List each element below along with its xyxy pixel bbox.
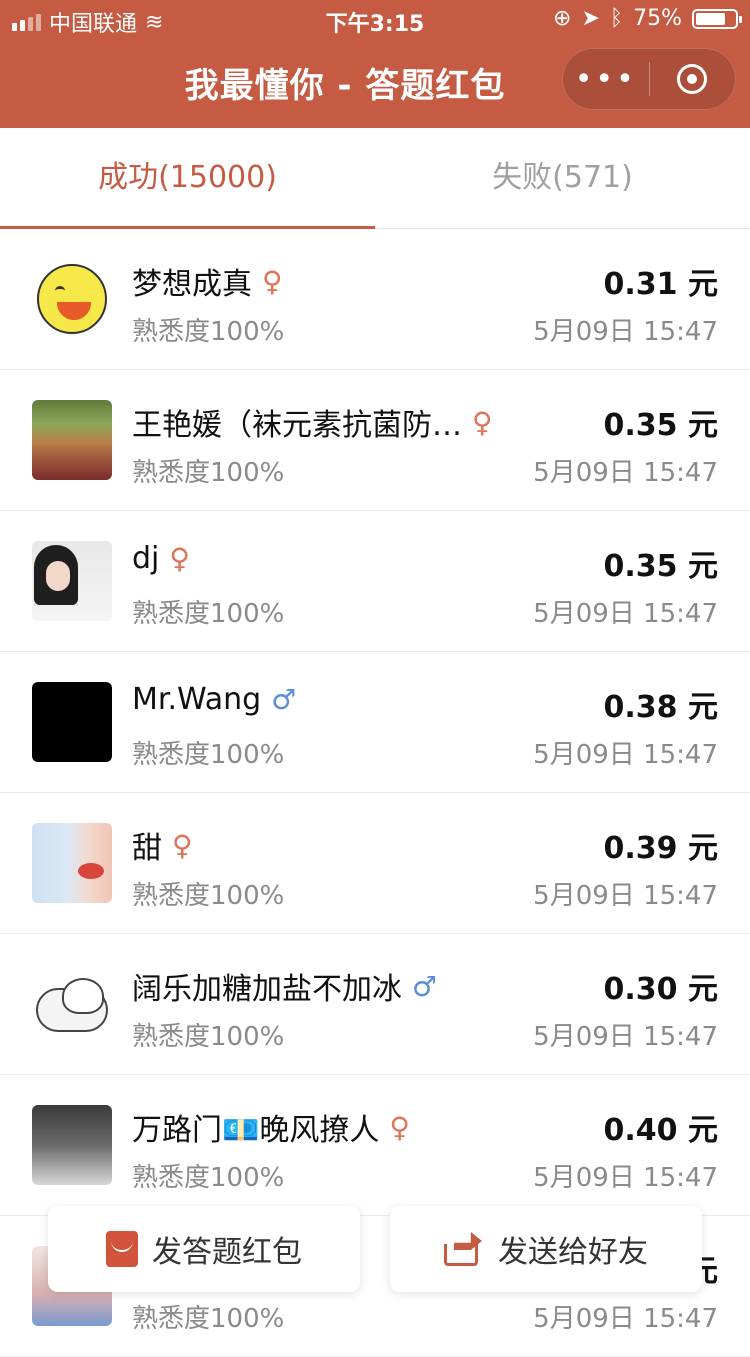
top-bar: 中国联通 ≋ 下午3:15 ⊕ ➤ ᛒ 75% 我最懂你 - 答题红包 ••• <box>0 0 750 128</box>
close-button[interactable] <box>650 64 736 94</box>
location-icon: ➤ <box>581 6 600 31</box>
user-name: Mr.Wang <box>132 682 262 717</box>
timestamp: 5月09日 15:47 <box>533 1163 718 1193</box>
amount: 0.35 元 <box>603 408 718 443</box>
female-icon: ♀ <box>172 828 193 862</box>
tab-success[interactable]: 成功(15000) <box>0 128 375 228</box>
miniprogram-capsule: ••• <box>562 48 736 110</box>
list-item[interactable]: 万路门💶晚风撩人 ♀ 熟悉度100% 0.40 元 5月09日 15:47 <box>0 1075 750 1216</box>
send-to-friend-button[interactable]: 发送给好友 <box>390 1206 702 1292</box>
avatar <box>32 1105 112 1185</box>
send-friend-label: 发送给好友 <box>498 1235 648 1270</box>
timestamp: 5月09日 15:47 <box>533 317 718 347</box>
bluetooth-icon: ᛒ <box>609 6 624 31</box>
list-item[interactable]: 梦想成真 ♀ 熟悉度100% 0.31 元 5月09日 15:47 <box>0 229 750 370</box>
avatar <box>32 964 112 1044</box>
amount: 0.39 元 <box>603 831 718 866</box>
user-name-row: 万路门💶晚风撩人 ♀ <box>132 1105 410 1149</box>
familiarity: 熟悉度100% <box>132 1022 285 1052</box>
tab-bar: 成功(15000) 失败(571) <box>0 128 750 229</box>
female-icon: ♀ <box>472 405 493 439</box>
list-item[interactable]: 王艳媛（袜元素抗菌防… ♀ 熟悉度100% 0.35 元 5月09日 15:47 <box>0 370 750 511</box>
female-icon: ♀ <box>262 264 283 298</box>
status-bar: 中国联通 ≋ 下午3:15 ⊕ ➤ ᛒ 75% <box>0 0 750 40</box>
avatar <box>32 541 112 621</box>
user-name-row: 梦想成真 ♀ <box>132 259 283 303</box>
user-name: dj <box>132 541 160 576</box>
send-quiz-redpacket-button[interactable]: 发答题红包 <box>48 1206 360 1292</box>
timestamp: 5月09日 15:47 <box>533 458 718 488</box>
battery-icon <box>692 8 742 29</box>
list-item[interactable]: dj ♀ 熟悉度100% 0.35 元 5月09日 15:47 <box>0 511 750 652</box>
amount: 0.31 元 <box>603 267 718 302</box>
familiarity: 熟悉度100% <box>132 881 285 911</box>
user-name-row: dj ♀ <box>132 541 190 576</box>
close-icon <box>677 64 708 94</box>
timestamp: 5月09日 15:47 <box>533 881 718 911</box>
male-icon: ♂ <box>412 969 438 1003</box>
user-name: 王艳媛（袜元素抗菌防… <box>132 408 462 443</box>
familiarity: 熟悉度100% <box>132 1163 285 1193</box>
familiarity: 熟悉度100% <box>132 317 285 347</box>
result-list: 梦想成真 ♀ 熟悉度100% 0.31 元 5月09日 15:47 王艳媛（袜元素… <box>0 229 750 1357</box>
timestamp: 5月09日 15:47 <box>533 1304 718 1334</box>
amount: 0.35 元 <box>603 549 718 584</box>
user-name: 甜 <box>132 831 162 866</box>
female-icon: ♀ <box>169 542 190 575</box>
list-item[interactable]: 甜 ♀ 熟悉度100% 0.39 元 5月09日 15:47 <box>0 793 750 934</box>
familiarity: 熟悉度100% <box>132 740 285 770</box>
user-name: 阔乐加糖加盐不加冰 <box>132 972 402 1007</box>
red-envelope-icon <box>106 1231 138 1267</box>
user-name: 万路门💶晚风撩人 <box>132 1113 380 1148</box>
familiarity: 熟悉度100% <box>132 599 285 629</box>
avatar <box>32 823 112 903</box>
amount: 0.40 元 <box>603 1113 718 1148</box>
timestamp: 5月09日 15:47 <box>533 599 718 629</box>
status-right: ⊕ ➤ ᛒ 75% <box>553 6 742 31</box>
more-button[interactable]: ••• <box>563 62 649 97</box>
user-name-row: 王艳媛（袜元素抗菌防… ♀ <box>132 400 493 444</box>
list-item[interactable]: 阔乐加糖加盐不加冰 ♂ 熟悉度100% 0.30 元 5月09日 15:47 <box>0 934 750 1075</box>
familiarity: 熟悉度100% <box>132 1304 285 1334</box>
share-icon <box>444 1232 484 1266</box>
avatar <box>32 682 112 762</box>
timestamp: 5月09日 15:47 <box>533 740 718 770</box>
avatar <box>32 259 112 339</box>
list-item[interactable]: Mr.Wang ♂ 熟悉度100% 0.38 元 5月09日 15:47 <box>0 652 750 793</box>
lock-rotation-icon: ⊕ <box>553 6 572 31</box>
avatar <box>32 400 112 480</box>
user-name-row: 阔乐加糖加盐不加冰 ♂ <box>132 964 437 1008</box>
user-name-row: Mr.Wang ♂ <box>132 682 296 717</box>
amount: 0.30 元 <box>603 972 718 1007</box>
female-icon: ♀ <box>389 1110 410 1144</box>
familiarity: 熟悉度100% <box>132 458 285 488</box>
send-quiz-label: 发答题红包 <box>152 1235 302 1270</box>
battery-percent: 75% <box>633 6 682 31</box>
male-icon: ♂ <box>271 683 297 716</box>
user-name-row: 甜 ♀ <box>132 823 193 867</box>
tab-failed[interactable]: 失败(571) <box>375 128 750 228</box>
timestamp: 5月09日 15:47 <box>533 1022 718 1052</box>
amount: 0.38 元 <box>603 690 718 725</box>
user-name: 梦想成真 <box>132 267 252 302</box>
